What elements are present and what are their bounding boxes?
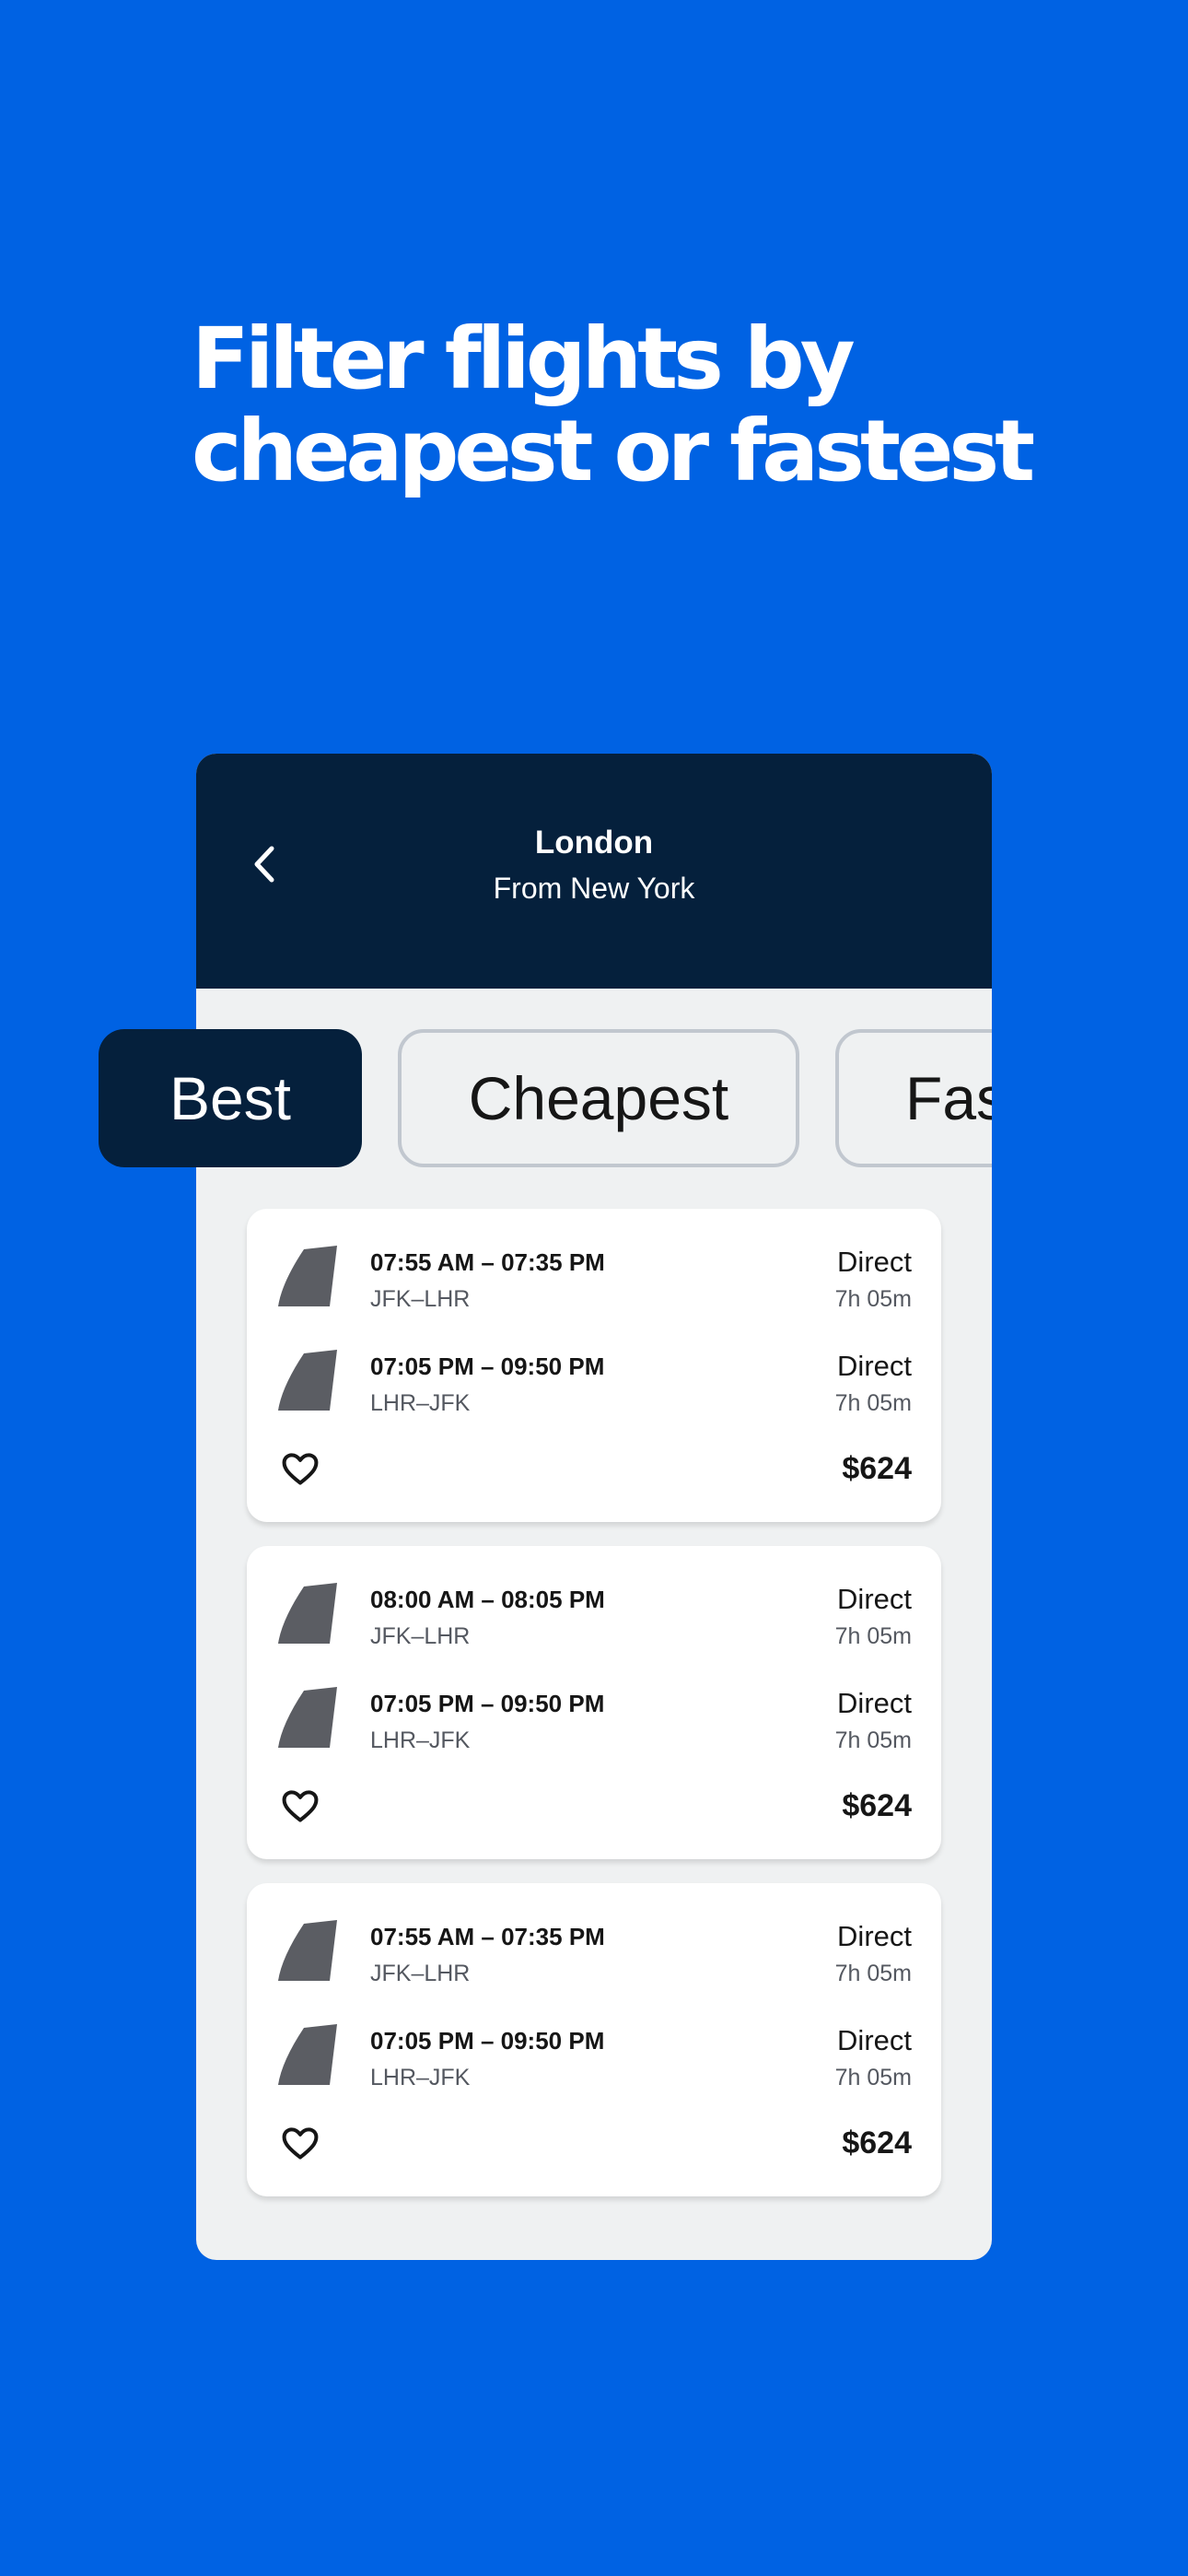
airline-tail-icon bbox=[278, 1583, 337, 1644]
flight-leg: 08:00 AM – 08:05 PM JFK–LHR Direct 7h 05m bbox=[247, 1575, 941, 1649]
price-label: $624 bbox=[842, 1451, 912, 1486]
leg-duration: 7h 05m bbox=[834, 1727, 912, 1753]
airline-tail-icon bbox=[278, 1350, 337, 1411]
leg-route: LHR–JFK bbox=[370, 2065, 471, 2090]
leg-duration: 7h 05m bbox=[834, 1961, 912, 1986]
leg-duration: 7h 05m bbox=[834, 2065, 912, 2090]
leg-stops: Direct bbox=[837, 1583, 912, 1615]
airline-tail-icon bbox=[278, 1920, 337, 1981]
flight-result-card[interactable]: 07:55 AM – 07:35 PM JFK–LHR Direct 7h 05m 07… bbox=[247, 1883, 941, 2196]
promo-headline-line-2: cheapest or fastest bbox=[192, 402, 1035, 500]
leg-duration: 7h 05m bbox=[834, 1390, 912, 1416]
leg-duration: 7h 05m bbox=[834, 1286, 912, 1312]
leg-times: 08:00 AM – 08:05 PM bbox=[370, 1586, 605, 1613]
flight-leg: 07:05 PM – 09:50 PM LHR–JFK Direct 7h 05m bbox=[247, 1680, 941, 1753]
origin-subtitle: From New York bbox=[493, 872, 695, 905]
heart-icon[interactable] bbox=[280, 2123, 320, 2163]
leg-route: JFK–LHR bbox=[370, 1623, 471, 1649]
leg-route: LHR–JFK bbox=[370, 1390, 471, 1416]
leg-stops: Direct bbox=[837, 1246, 912, 1278]
leg-duration: 7h 05m bbox=[834, 1623, 912, 1649]
leg-times: 07:05 PM – 09:50 PM bbox=[370, 1352, 605, 1380]
leg-stops: Direct bbox=[837, 2024, 912, 2056]
promo-headline: Filter flights by cheapest or fastest bbox=[192, 313, 1076, 498]
leg-route: JFK–LHR bbox=[370, 1286, 471, 1312]
leg-times: 07:55 AM – 07:35 PM bbox=[370, 1923, 605, 1950]
flight-leg: 07:55 AM – 07:35 PM JFK–LHR Direct 7h 05m bbox=[247, 1238, 941, 1312]
price-label: $624 bbox=[842, 2125, 912, 2160]
airline-tail-icon bbox=[278, 1687, 337, 1748]
flight-leg: 07:05 PM – 09:50 PM LHR–JFK Direct 7h 05m bbox=[247, 1342, 941, 1416]
sort-tab-fastest[interactable]: Fastest bbox=[835, 1029, 992, 1167]
sort-tab-fastest-container: Fastest bbox=[835, 1029, 992, 1167]
leg-stops: Direct bbox=[837, 1350, 912, 1382]
results-header: London From New York bbox=[196, 754, 992, 989]
flight-leg: 07:55 AM – 07:35 PM JFK–LHR Direct 7h 05m bbox=[247, 1913, 941, 1986]
flight-result-card[interactable]: 08:00 AM – 08:05 PM JFK–LHR Direct 7h 05m 07… bbox=[247, 1546, 941, 1859]
heart-icon[interactable] bbox=[280, 1448, 320, 1489]
leg-route: JFK–LHR bbox=[370, 1961, 471, 1986]
leg-times: 07:55 AM – 07:35 PM bbox=[370, 1248, 605, 1276]
leg-route: LHR–JFK bbox=[370, 1727, 471, 1753]
leg-times: 07:05 PM – 09:50 PM bbox=[370, 1690, 605, 1717]
promo-headline-line-1: Filter flights by bbox=[192, 310, 856, 408]
flight-result-card[interactable]: 07:55 AM – 07:35 PM JFK–LHR Direct 7h 05m 07… bbox=[247, 1209, 941, 1522]
heart-icon[interactable] bbox=[280, 1786, 320, 1826]
airline-tail-icon bbox=[278, 2024, 337, 2085]
flight-leg: 07:05 PM – 09:50 PM LHR–JFK Direct 7h 05m bbox=[247, 2017, 941, 2090]
price-label: $624 bbox=[842, 1788, 912, 1823]
leg-stops: Direct bbox=[837, 1920, 912, 1952]
sort-tab-cheapest[interactable]: Cheapest bbox=[398, 1029, 799, 1167]
airline-tail-icon bbox=[278, 1246, 337, 1306]
leg-times: 07:05 PM – 09:50 PM bbox=[370, 2027, 605, 2055]
leg-stops: Direct bbox=[837, 1687, 912, 1719]
destination-title: London bbox=[534, 825, 654, 861]
sort-tab-best[interactable]: Best bbox=[99, 1029, 362, 1167]
